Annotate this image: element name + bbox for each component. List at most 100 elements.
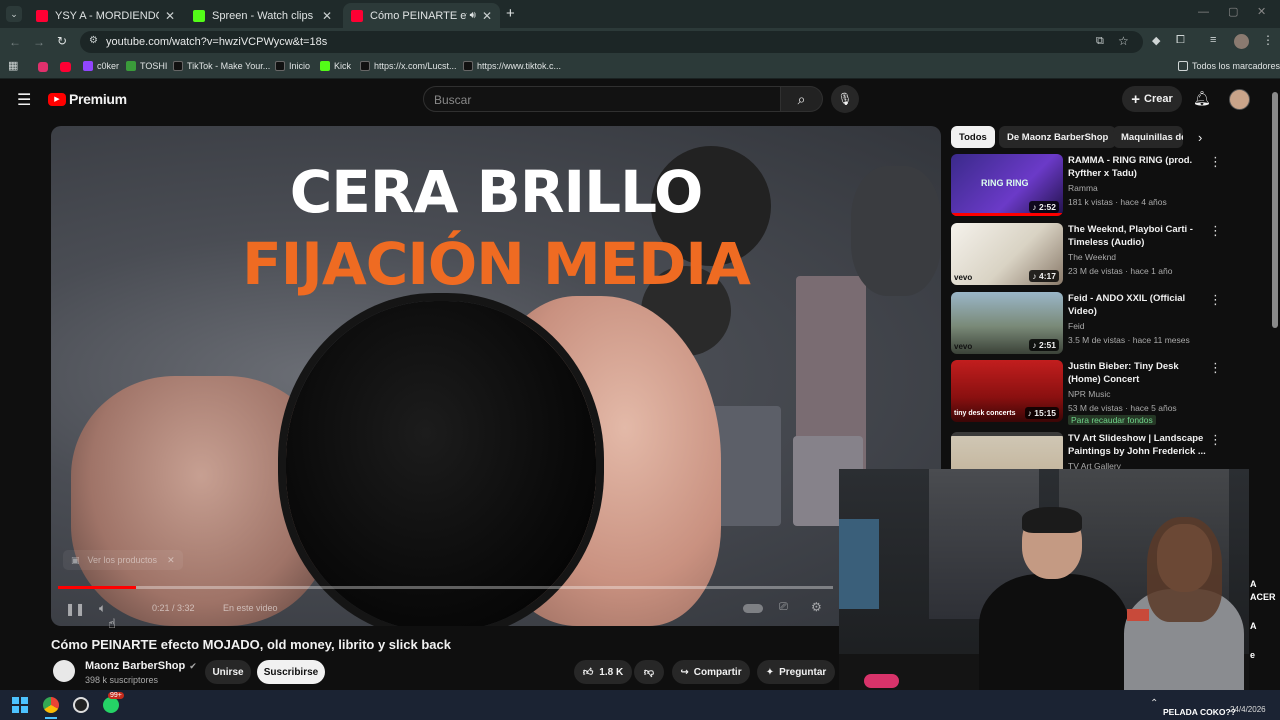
plus-icon	[126, 61, 136, 71]
windows-start-icon[interactable]	[12, 697, 28, 713]
star-icon[interactable]: ☆	[1118, 34, 1129, 48]
close-icon[interactable]: ✕	[482, 9, 492, 23]
rec-meta: 23 M de vistas · hace 1 año	[1068, 266, 1173, 276]
recommendation-item[interactable]: vevo ♪ 4:17 The Weeknd, Playboi Carti - …	[951, 223, 1251, 289]
back-icon[interactable]: ←	[9, 35, 21, 49]
channel-avatar[interactable]	[53, 660, 75, 682]
search-input[interactable]: Buscar	[423, 86, 781, 112]
chevron-right-icon[interactable]: ›	[1198, 130, 1202, 145]
address-bar[interactable]: ⚙ youtube.com/watch?v=hwziVCPWycw&t=18s …	[80, 31, 1143, 53]
site-info-icon[interactable]: ⚙	[89, 35, 98, 46]
instagram-icon[interactable]	[38, 62, 48, 72]
chip-todos[interactable]: Todos	[951, 126, 995, 148]
rec-channel: The Weeknd	[1068, 252, 1117, 262]
products-chip[interactable]: ▣ Ver los productos ✕	[63, 550, 183, 570]
more-options-icon[interactable]: ⋮	[1209, 292, 1222, 308]
like-button[interactable]: 👍︎ 1.8 K	[574, 660, 632, 684]
audio-icon[interactable]: 🔊︎	[470, 10, 476, 21]
dislike-button[interactable]: 👎︎	[634, 660, 664, 684]
voice-search-button[interactable]: 🎙︎	[831, 85, 859, 113]
recommendation-item[interactable]: vevo ♪ 2:51 Feid - ANDO XXIL (Official V…	[951, 292, 1251, 358]
bookmark-tiktok-url[interactable]: https://www.tiktok.c...	[463, 61, 561, 71]
new-tab-button[interactable]: +	[506, 5, 515, 22]
subtitles-icon[interactable]: ⎚	[779, 601, 788, 614]
youtube-icon	[351, 9, 363, 22]
bookmarks-bar: ▦ c0ker TOSHI TikTok - Make Your... Inic…	[0, 56, 1280, 79]
notifications-bell-icon[interactable]: 🔔︎	[1193, 90, 1211, 107]
bookmark-kick[interactable]: Kick	[320, 61, 351, 71]
apps-icon[interactable]: ▦	[8, 59, 18, 72]
create-button[interactable]: + Crear	[1122, 86, 1182, 112]
progress-fill	[58, 586, 136, 589]
settings-icon[interactable]: ⚙	[811, 600, 822, 614]
browser-tab-1[interactable]: YSY A - MORDIENDO EL BOZAL ✕	[28, 3, 183, 28]
close-icon[interactable]: ✕	[322, 9, 332, 23]
all-bookmarks[interactable]: Todos los marcadores	[1178, 61, 1280, 71]
search-button[interactable]: ⌕	[781, 86, 823, 112]
streamer-torso	[979, 574, 1129, 701]
rec-meta: 3.5 M de vistas · hace 11 meses	[1068, 335, 1190, 345]
chip-maquinillas[interactable]: Maquinillas de	[1113, 126, 1183, 148]
browser-tab-2[interactable]: Spreen - Watch clips on Kick ✕	[185, 3, 340, 28]
progress-bar[interactable]	[58, 586, 833, 589]
close-icon[interactable]: ✕	[165, 9, 175, 23]
rec-channel: Feid	[1068, 321, 1085, 331]
bookmark-toshi[interactable]: TOSHI	[126, 61, 167, 71]
video-thumbnail: tiny desk concerts ♪ 15:15	[951, 360, 1063, 422]
tray-chevron-icon[interactable]: ⌃	[1150, 698, 1158, 709]
video-player[interactable]: CERA BRILLO FIJACIÓN MEDIA ▣ Ver los pro…	[51, 126, 941, 626]
more-options-icon[interactable]: ⋮	[1209, 360, 1222, 376]
duration-badge: ♪ 4:17	[1029, 270, 1059, 282]
maximize-icon[interactable]: ▢	[1228, 5, 1238, 18]
reload-icon[interactable]: ↻	[57, 34, 67, 48]
ask-button[interactable]: ✦ Preguntar	[757, 660, 835, 684]
page-scrollbar[interactable]	[1272, 92, 1278, 328]
hamburger-menu-icon[interactable]: ☰	[17, 90, 31, 110]
puzzle-icon[interactable]: ⧠	[1176, 34, 1185, 47]
more-options-icon[interactable]: ⋮	[1209, 154, 1222, 170]
recommendation-item[interactable]: tiny desk concerts ♪ 15:15 Justin Bieber…	[951, 360, 1251, 430]
brand-label: Premium	[69, 91, 127, 107]
volume-icon[interactable]: 🔈︎	[99, 601, 106, 616]
browser-toolbar: ← → ↻ ⚙ youtube.com/watch?v=hwziVCPWycw&…	[0, 28, 1280, 56]
menu-icon[interactable]: ⋮	[1262, 33, 1274, 47]
close-icon[interactable]: ✕	[167, 555, 175, 566]
youtube-bookmark-icon[interactable]	[60, 62, 71, 72]
subscribe-button[interactable]: Suscribirse	[257, 660, 325, 684]
minimize-icon[interactable]: —	[1198, 6, 1209, 18]
x-icon	[360, 61, 370, 71]
chrome-taskbar-icon[interactable]	[43, 697, 59, 713]
rec-title: Feid - ANDO XXIL (Official Video)	[1068, 293, 1186, 317]
channel-name[interactable]: Maonz BarberShop ✔	[85, 660, 197, 672]
bookmark-x-lucst[interactable]: https://x.com/Lucst...	[360, 61, 457, 71]
more-options-icon[interactable]: ⋮	[1209, 432, 1222, 448]
autoplay-toggle[interactable]	[743, 604, 763, 613]
folder-icon	[1178, 61, 1188, 71]
cast-icon[interactable]: ⧉	[1096, 35, 1104, 48]
account-avatar[interactable]	[1229, 89, 1250, 110]
close-window-icon[interactable]: ✕	[1257, 5, 1266, 18]
tab-search-icon[interactable]: ⌄	[6, 6, 22, 22]
reading-list-icon[interactable]: ≡	[1210, 34, 1216, 46]
forward-icon[interactable]: →	[33, 35, 45, 49]
bookmark-inicio[interactable]: Inicio	[275, 61, 310, 71]
video-thumbnail: vevo ♪ 4:17	[951, 223, 1063, 285]
pause-icon[interactable]: ❚❚	[65, 602, 85, 616]
youtube-logo[interactable]: ▶ Premium	[48, 91, 127, 107]
browser-tab-3[interactable]: Cómo PEINARTE efecto MO 🔊︎ ✕	[343, 3, 500, 28]
chip-channel[interactable]: De Maonz BarberShop	[999, 126, 1117, 148]
extension-icon[interactable]: ◆	[1152, 34, 1160, 47]
bookmark-tiktok[interactable]: TikTok - Make Your...	[173, 61, 270, 71]
join-button[interactable]: Unirse	[205, 660, 251, 684]
bookmark-c0ker[interactable]: c0ker	[83, 61, 119, 71]
profile-avatar[interactable]	[1234, 34, 1249, 49]
duration-badge: ♪ 2:51	[1029, 339, 1059, 351]
more-options-icon[interactable]: ⋮	[1209, 223, 1222, 239]
obs-taskbar-icon[interactable]	[73, 697, 89, 713]
recommendation-item[interactable]: RING RING ♪ 2:52 RAMMA - RING RING (prod…	[951, 154, 1251, 220]
rec-meta: 181 k vistas · hace 4 años	[1068, 197, 1167, 207]
share-button[interactable]: ↪ Compartir	[672, 660, 750, 684]
whatsapp-taskbar-icon[interactable]	[103, 697, 119, 713]
mic-icon: 🎙︎	[837, 92, 853, 106]
chapter-label[interactable]: En este video	[223, 603, 278, 613]
